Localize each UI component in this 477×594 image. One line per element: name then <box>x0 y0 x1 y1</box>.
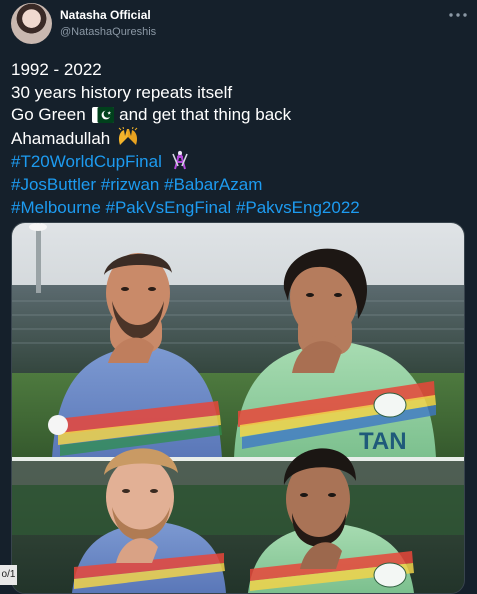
avatar[interactable] <box>11 3 52 44</box>
author-name[interactable]: Natasha Official <box>60 8 151 22</box>
hashtag-link[interactable]: #PakVsEngFinal <box>106 198 232 217</box>
trophy-ribbon-icon <box>171 151 188 170</box>
tweet-text-span: Ahamadullah <box>11 128 111 148</box>
tweet-line: Ahamadullah <box>11 126 461 151</box>
tweet-text: 1992 - 2022 30 years history repeats its… <box>11 59 461 219</box>
hashtag-link[interactable]: #PakvsEng2022 <box>236 198 360 217</box>
jersey-text: TAN <box>359 428 407 455</box>
hashtag-link[interactable]: #T20WorldCupFinal <box>11 152 162 171</box>
author-handle[interactable]: @NatashaQureshis <box>60 26 156 38</box>
tweet-line: #Melbourne #PakVsEngFinal #PakvsEng2022 <box>11 197 461 220</box>
more-options-button[interactable] <box>446 6 470 24</box>
edge-label: o/1 <box>0 565 17 585</box>
more-icon <box>449 13 467 17</box>
tweet-media-image[interactable]: TAN <box>11 222 465 594</box>
tweet-line: #T20WorldCupFinal <box>11 150 461 174</box>
tweet-line: 30 years history repeats itself <box>11 82 233 102</box>
tweet-line: #JosButtler #rizwan #BabarAzam <box>11 174 461 197</box>
tweet-line: 1992 - 2022 <box>11 60 102 79</box>
hashtag-link[interactable]: #JosButtler <box>11 175 96 194</box>
pakistan-flag-icon <box>92 107 115 124</box>
tweet-line: Go Green and get that thing back <box>11 104 461 127</box>
hashtag-link[interactable]: #BabarAzam <box>164 175 262 194</box>
tweet-text-span: Go Green <box>11 105 86 125</box>
hashtag-link[interactable]: #rizwan <box>101 175 160 194</box>
cricket-captains-collage: TAN <box>12 223 464 593</box>
tweet-text-span: and get that thing back <box>119 105 292 125</box>
hashtag-link[interactable]: #Melbourne <box>11 198 101 217</box>
raised-hands-icon <box>118 126 138 145</box>
